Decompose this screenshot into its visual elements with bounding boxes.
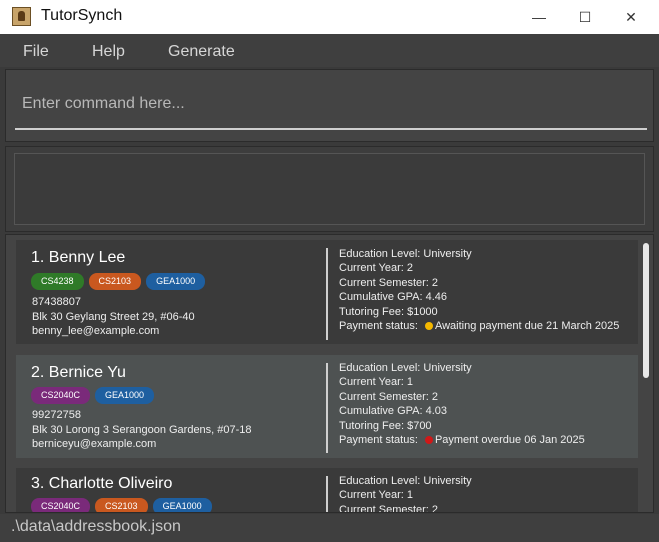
- command-box: [5, 69, 654, 142]
- tag: CS2103: [88, 273, 142, 290]
- command-input[interactable]: [15, 80, 647, 130]
- current-year: Current Year: 1: [339, 489, 413, 502]
- cumulative-gpa: Cumulative GPA: 4.03: [339, 405, 448, 418]
- student-name: 3. Charlotte Oliveiro: [31, 475, 173, 492]
- window-title: TutorSynch: [41, 7, 123, 24]
- close-button[interactable]: ✕: [608, 0, 654, 34]
- tag: CS2040C: [31, 387, 91, 404]
- status-dot-icon: [424, 436, 433, 445]
- tag: GEA1000: [152, 498, 212, 512]
- divider: [326, 363, 328, 453]
- menu-file[interactable]: File: [23, 43, 49, 61]
- minimize-button[interactable]: —: [516, 0, 562, 34]
- tag: GEA1000: [146, 273, 206, 290]
- menu-generate[interactable]: Generate: [168, 43, 235, 61]
- tag: CS2040C: [31, 498, 91, 512]
- tag-list: CS2040C GEA1000: [31, 387, 155, 404]
- result-panel: [5, 146, 654, 232]
- contact-info: 99272758 Blk 30 Lorong 3 Serangoon Garde…: [32, 408, 252, 452]
- divider: [326, 248, 328, 340]
- student-list[interactable]: 1. Benny Lee CS4238 CS2103 GEA1000 87438…: [5, 234, 654, 513]
- current-semester: Current Semester: 2: [339, 390, 439, 403]
- app-icon: [12, 7, 31, 26]
- status-bar: .\data\addressbook.json: [0, 514, 659, 542]
- tag-list: CS4238 CS2103 GEA1000: [31, 273, 206, 290]
- divider: [326, 476, 328, 512]
- education-details: Education Level: University Current Year…: [339, 474, 472, 513]
- contact-info: 87438807 Blk 30 Geylang Street 29, #06-4…: [32, 295, 195, 339]
- student-name: 2. Bernice Yu: [31, 364, 126, 381]
- menu-help[interactable]: Help: [92, 43, 125, 61]
- status-dot-icon: [424, 322, 433, 331]
- tag: CS2103: [95, 498, 148, 512]
- current-year: Current Year: 1: [339, 376, 413, 389]
- result-display: [14, 153, 645, 225]
- title-bar: TutorSynch — ☐ ✕: [0, 0, 659, 34]
- phone: 99272758: [32, 409, 81, 421]
- tag: GEA1000: [95, 387, 155, 404]
- education-level: Education Level: University: [339, 248, 472, 260]
- address: Blk 30 Geylang Street 29, #06-40: [32, 310, 195, 323]
- menu-bar: File Help Generate: [0, 34, 659, 67]
- tag-list: CS2040C CS2103 GEA1000: [31, 498, 212, 512]
- payment-status: Payment status: Awaiting payment due 21 …: [339, 320, 620, 333]
- student-card[interactable]: 2. Bernice Yu CS2040C GEA1000 99272758 B…: [16, 355, 638, 458]
- student-card[interactable]: 3. Charlotte Oliveiro CS2040C CS2103 GEA…: [16, 468, 638, 513]
- maximize-button[interactable]: ☐: [562, 0, 608, 34]
- current-semester: Current Semester: 2: [339, 276, 439, 289]
- education-level: Education Level: University: [339, 475, 472, 487]
- tutoring-fee: Tutoring Fee: $700: [339, 419, 432, 432]
- phone: 87438807: [32, 296, 81, 308]
- student-name: 1. Benny Lee: [31, 249, 126, 266]
- current-year: Current Year: 2: [339, 262, 413, 275]
- tag: CS4238: [31, 273, 84, 290]
- payment-status: Payment status: Payment overdue 06 Jan 2…: [339, 434, 585, 447]
- scrollbar-thumb[interactable]: [643, 243, 649, 378]
- education-details: Education Level: University Current Year…: [339, 247, 619, 333]
- email: benny_lee@example.com: [32, 325, 160, 337]
- cumulative-gpa: Cumulative GPA: 4.46: [339, 291, 448, 304]
- email: berniceyu@example.com: [32, 438, 157, 450]
- education-details: Education Level: University Current Year…: [339, 361, 585, 447]
- tutoring-fee: Tutoring Fee: $1000: [339, 305, 438, 318]
- data-file-path: .\data\addressbook.json: [11, 518, 181, 535]
- education-level: Education Level: University: [339, 362, 472, 374]
- current-semester: Current Semester: 2: [339, 503, 439, 513]
- student-card[interactable]: 1. Benny Lee CS4238 CS2103 GEA1000 87438…: [16, 240, 638, 344]
- address: Blk 30 Lorong 3 Serangoon Gardens, #07-1…: [32, 423, 252, 436]
